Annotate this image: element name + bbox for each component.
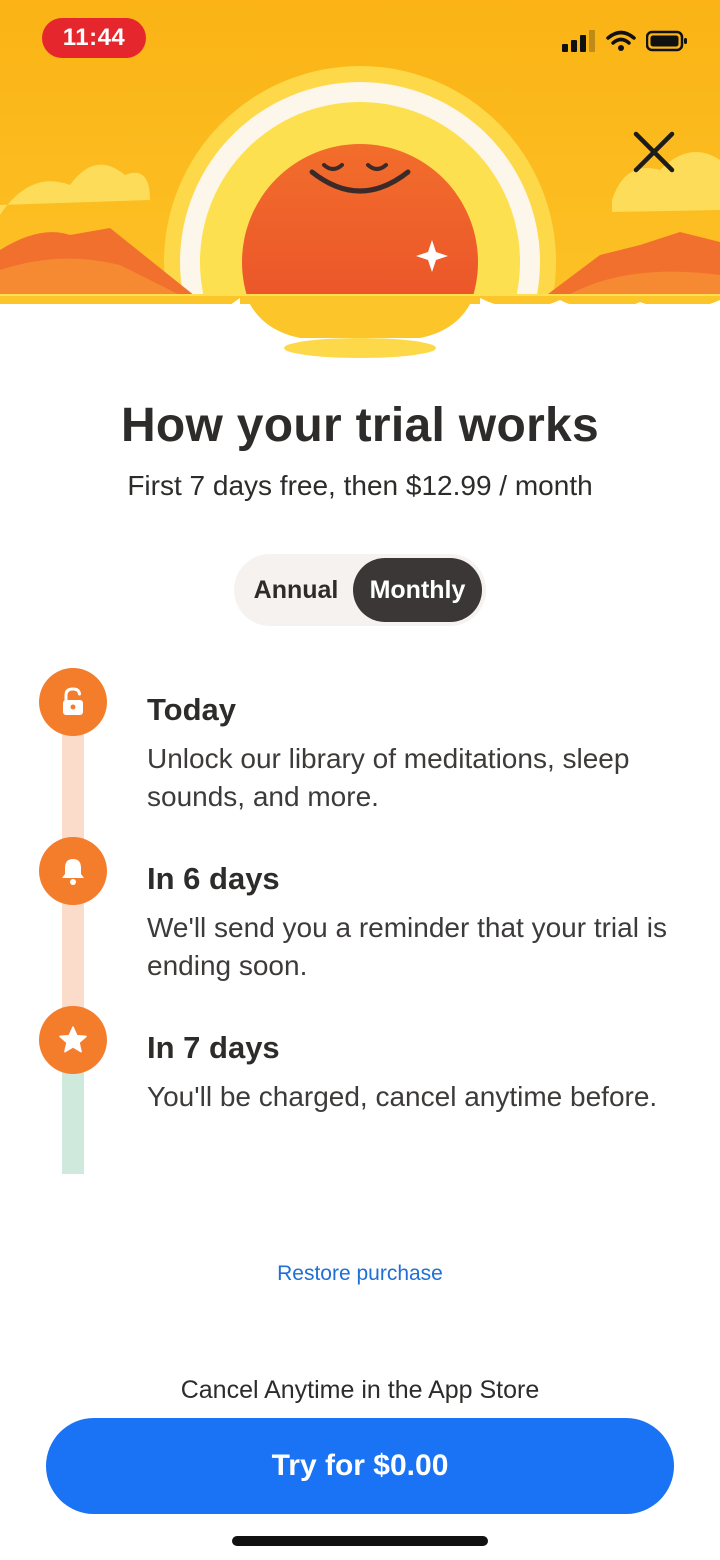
status-time-pill: 11:44 — [42, 18, 146, 58]
cellular-signal-icon — [562, 30, 595, 52]
battery-icon — [646, 30, 687, 52]
status-icons — [562, 28, 688, 54]
plan-option-annual[interactable]: Annual — [238, 558, 354, 622]
timeline-step-description: We'll send you a reminder that your tria… — [147, 912, 667, 981]
timeline-step-description: You'll be charged, cancel anytime before… — [147, 1081, 658, 1112]
bell-icon — [62, 859, 84, 885]
restore-purchase-link[interactable]: Restore purchase — [0, 1262, 720, 1286]
timeline-step-title: In 7 days — [147, 1030, 280, 1065]
page-title: How your trial works — [120, 399, 600, 452]
timeline-step-title: In 6 days — [147, 861, 280, 896]
try-free-button[interactable]: Try for $0.00 — [46, 1418, 674, 1514]
timeline-step-icon-today — [39, 668, 107, 736]
timeline-step-icon-reminder — [39, 837, 107, 905]
close-icon — [633, 131, 675, 173]
plan-option-monthly[interactable]: Monthly — [353, 558, 482, 622]
wifi-icon — [606, 30, 636, 51]
timeline-step-icon-charge — [39, 1006, 107, 1074]
timeline-step-title: Today — [147, 692, 236, 727]
cancel-anytime-note: Cancel Anytime in the App Store — [180, 1376, 540, 1404]
plan-toggle: Annual Monthly — [234, 554, 486, 626]
home-indicator — [232, 1536, 488, 1546]
close-button[interactable] — [626, 124, 682, 180]
unlock-icon — [63, 687, 83, 715]
star-icon — [59, 1026, 87, 1053]
pricing-subtitle: First 7 days free, then $12.99 / month — [127, 470, 593, 501]
timeline-step-description: Unlock our library of meditations, sleep… — [147, 743, 630, 812]
